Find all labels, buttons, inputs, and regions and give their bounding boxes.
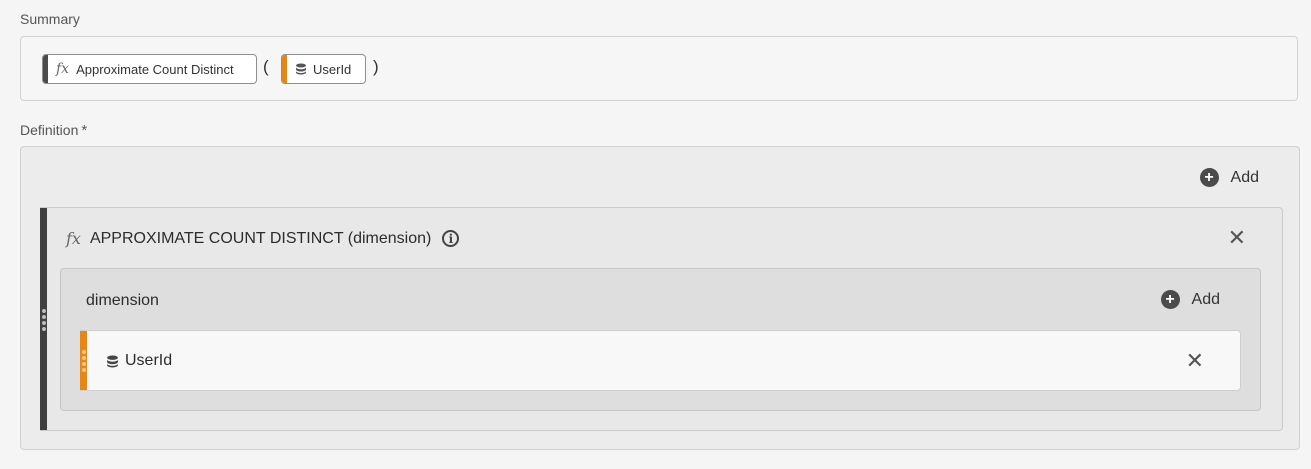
database-icon [295, 63, 307, 75]
function-title-label: APPROXIMATE COUNT DISTINCT (dimension) [89, 229, 432, 247]
plus-circle-icon: + [1199, 168, 1219, 187]
required-marker: * [81, 122, 88, 139]
dimension-pill-label: UserId [313, 61, 352, 77]
definition-label-text: Definition [20, 122, 79, 138]
close-icon[interactable]: ✕ [1228, 227, 1246, 249]
dimension-pill-accent [282, 55, 287, 83]
function-title: fx APPROXIMATE COUNT DISTINCT (dimension… [66, 229, 460, 248]
dimension-item-name: UserId [106, 352, 172, 370]
definition-add-button[interactable]: + Add [1199, 168, 1259, 187]
definition-label: Definition * [20, 122, 87, 139]
database-icon [106, 355, 119, 368]
dimension-slot-label: dimension [86, 292, 159, 309]
function-pill[interactable]: fx Approximate Count Distinct [42, 54, 257, 84]
definition-add-label: Add [1230, 168, 1259, 186]
open-paren: ( [263, 57, 269, 76]
definition-box: + Add fx APPROXIMATE COUNT DISTINCT (dim… [20, 146, 1300, 450]
drag-handle-icon[interactable] [82, 350, 86, 372]
close-paren: ) [373, 57, 379, 76]
dimension-item[interactable]: UserId ✕ [80, 330, 1241, 391]
function-pill-accent [43, 55, 48, 83]
plus-circle-icon: + [1160, 290, 1180, 309]
dimension-add-label: Add [1191, 290, 1220, 308]
fx-icon: fx [66, 229, 81, 248]
summary-label: Summary [20, 11, 80, 27]
function-pill-label: Approximate Count Distinct [76, 61, 234, 77]
fx-icon: fx [56, 61, 70, 77]
dimension-add-button[interactable]: + Add [1160, 290, 1220, 309]
function-card[interactable]: fx APPROXIMATE COUNT DISTINCT (dimension… [40, 207, 1283, 431]
dimension-slot: dimension + Add UserId ✕ [60, 268, 1261, 411]
info-icon[interactable]: i [442, 230, 460, 247]
close-icon[interactable]: ✕ [1186, 350, 1204, 372]
drag-handle-icon[interactable] [42, 309, 46, 331]
dimension-pill[interactable]: UserId [281, 54, 366, 84]
summary-box: fx Approximate Count Distinct ( UserId ) [20, 36, 1298, 101]
dimension-item-label: UserId [125, 352, 173, 369]
